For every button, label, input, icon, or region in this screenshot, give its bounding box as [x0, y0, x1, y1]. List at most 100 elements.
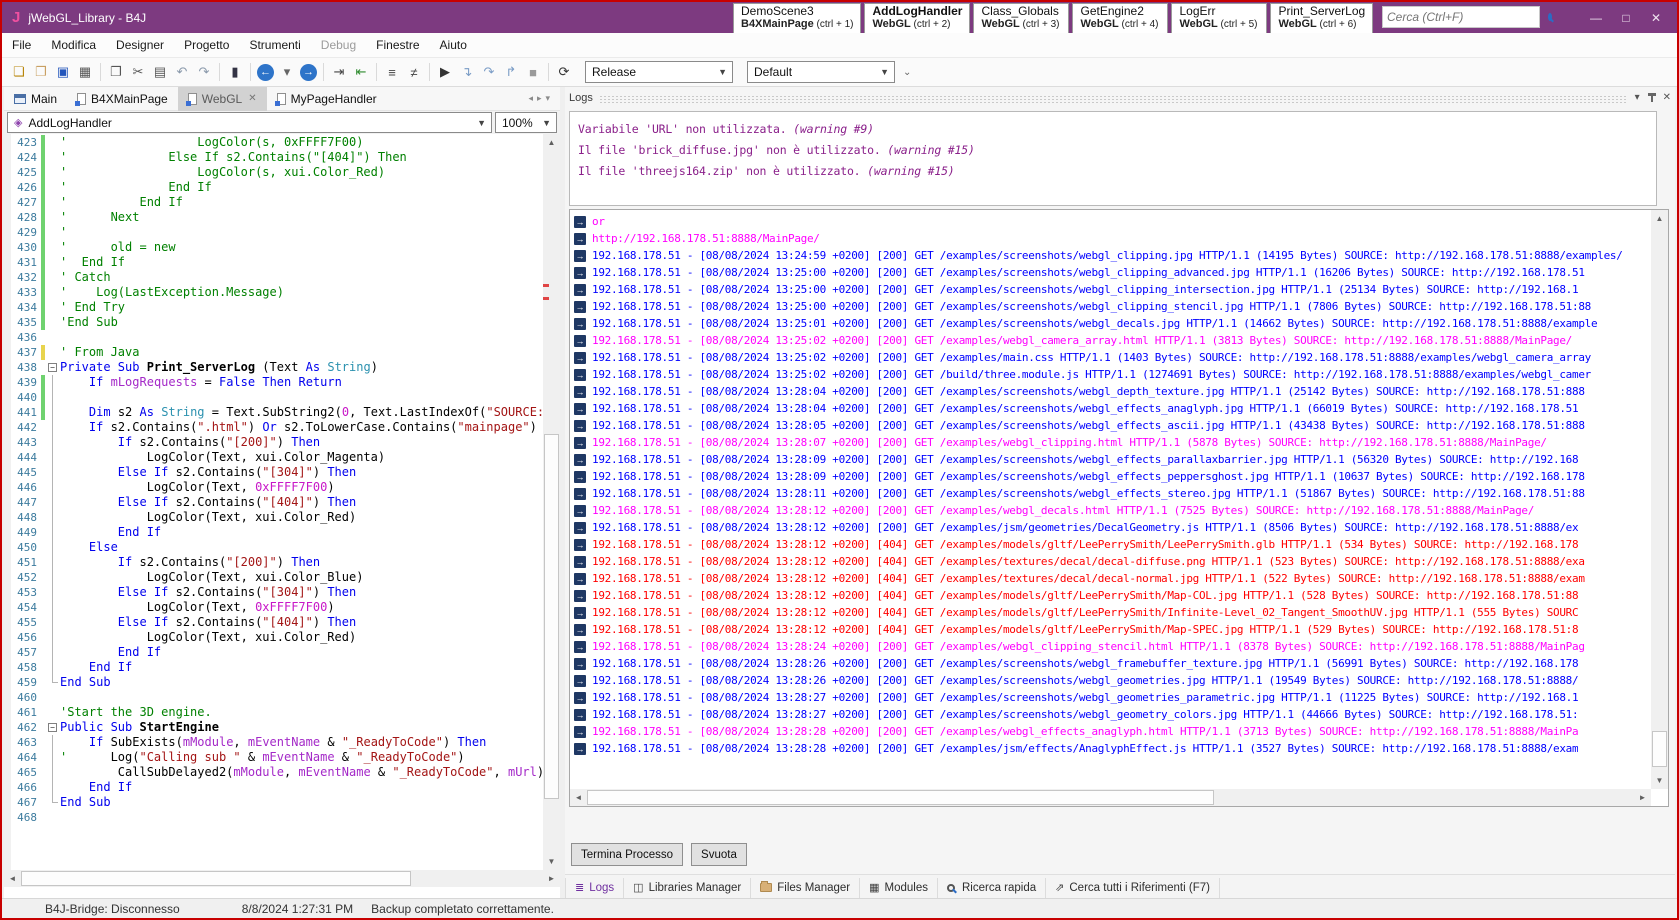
indent-icon[interactable]: ⇥	[329, 62, 349, 82]
menu-progetto[interactable]: Progetto	[174, 38, 239, 52]
undo-icon[interactable]: ↶	[172, 62, 192, 82]
search-box	[1382, 6, 1540, 28]
code-line: 454 LogColor(Text, 0xFFFF7F00)	[11, 600, 543, 615]
step-out-icon[interactable]: ↱	[501, 62, 521, 82]
log-arrow-icon: →	[574, 403, 586, 415]
quick-tab-print_serverlog[interactable]: Print_ServerLogWebGL (ctrl + 6)	[1270, 3, 1373, 34]
log-vscroll-thumb[interactable]	[1652, 731, 1667, 767]
editor-zoom-select[interactable]: 100% ▼	[495, 112, 557, 133]
restart-icon[interactable]: ⟳	[554, 62, 574, 82]
menu-modifica[interactable]: Modifica	[41, 38, 106, 52]
redo-icon[interactable]: ↷	[194, 62, 214, 82]
search-input[interactable]	[1383, 10, 1548, 24]
quick-tab-demoscene3[interactable]: DemoScene3B4XMainPage (ctrl + 1)	[733, 3, 861, 34]
close-icon[interactable]: ✕	[248, 93, 256, 104]
save-icon[interactable]: ▣	[53, 62, 73, 82]
quick-tab-logerr[interactable]: LogErrWebGL (ctrl + 5)	[1171, 3, 1267, 34]
open-project-icon[interactable]: ❐	[31, 62, 51, 82]
tab-scroll-arrows[interactable]: ◂▸▾	[528, 93, 560, 104]
member-selector[interactable]: ◈ AddLogHandler ▼	[7, 112, 492, 133]
scroll-right-icon[interactable]: ►	[1634, 789, 1651, 806]
log-horizontal-scrollbar[interactable]: ◄ ►	[570, 789, 1651, 806]
quick-tab-getengine2[interactable]: GetEngine2WebGL (ctrl + 4)	[1072, 3, 1168, 34]
step-into-icon[interactable]: ↴	[457, 62, 477, 82]
panel-menu-chevron-icon[interactable]: ▾	[1635, 92, 1640, 103]
log-vertical-scrollbar[interactable]: ▲ ▼	[1651, 210, 1668, 789]
editor-vscroll-thumb[interactable]	[544, 434, 559, 799]
log-entry-text: 192.168.178.51 - [08/08/2024 13:24:59 +0…	[592, 247, 1623, 264]
bookmark-icon[interactable]: ▮	[225, 62, 245, 82]
tab-main[interactable]: Main	[4, 87, 67, 111]
copy-icon[interactable]: ❐	[106, 62, 126, 82]
fold-column	[46, 555, 60, 570]
paste-icon[interactable]: ▤	[150, 62, 170, 82]
tool-tab-modules[interactable]: ▦Modules	[859, 878, 937, 898]
code-editor[interactable]: 423' LogColor(s, 0xFFFF7F00)424' Else If…	[4, 134, 560, 870]
fold-guide-line	[52, 555, 53, 570]
scroll-up-icon[interactable]: ▲	[1651, 210, 1668, 227]
search-icon[interactable]	[1548, 13, 1552, 21]
scroll-down-icon[interactable]: ▼	[543, 853, 560, 870]
menu-debug[interactable]: Debug	[311, 38, 366, 52]
outdent-icon[interactable]: ⇤	[351, 62, 371, 82]
code-text: End If	[60, 645, 161, 660]
toolbar-overflow-icon[interactable]: ⌄	[903, 67, 911, 78]
new-file-icon[interactable]: ❏	[9, 62, 29, 82]
fold-column	[46, 705, 60, 720]
fold-collapse-icon[interactable]: −	[48, 723, 57, 732]
cut-icon[interactable]: ✂	[128, 62, 148, 82]
menu-designer[interactable]: Designer	[106, 38, 174, 52]
pin-icon[interactable]	[1648, 93, 1656, 96]
step-over-icon[interactable]: ↷	[479, 62, 499, 82]
navigate-forward-icon[interactable]: →	[300, 64, 317, 81]
scroll-left-icon[interactable]: ◄	[570, 789, 587, 806]
tab-b4xmainpage[interactable]: B4XMainPage	[67, 87, 178, 111]
log-entry: →192.168.178.51 - [08/08/2024 13:28:09 +…	[572, 468, 1650, 485]
fold-collapse-icon[interactable]: −	[48, 363, 57, 372]
pause-icon[interactable]: ■	[523, 62, 543, 82]
uncomment-icon[interactable]: ≠	[404, 62, 424, 82]
log-hscroll-thumb[interactable]	[587, 790, 1214, 805]
tool-tab-files[interactable]: Files Manager	[750, 878, 859, 898]
comment-icon[interactable]: ≡	[382, 62, 402, 82]
editor-horizontal-scrollbar[interactable]: ◄ ►	[4, 870, 560, 887]
menu-aiuto[interactable]: Aiuto	[430, 38, 477, 52]
menu-finestre[interactable]: Finestre	[366, 38, 429, 52]
line-number: 426	[11, 180, 41, 195]
close-button[interactable]: ✕	[1641, 2, 1671, 33]
quick-tab-addloghandler[interactable]: AddLogHandlerWebGL (ctrl + 2)	[864, 3, 970, 34]
build-configuration-select[interactable]: Release ▼	[585, 61, 733, 83]
log-entry-text: 192.168.178.51 - [08/08/2024 13:25:00 +0…	[592, 264, 1585, 281]
code-text: Else If s2.Contains("[404]") Then	[60, 495, 356, 510]
tool-tab-libraries[interactable]: ◫Libraries Manager	[623, 878, 750, 898]
close-icon[interactable]: ✕	[1663, 92, 1671, 103]
code-text: Else If s2.Contains("[304]") Then	[60, 465, 356, 480]
tab-mypagehandler[interactable]: MyPageHandler	[267, 87, 387, 111]
fold-guide-line	[52, 405, 53, 420]
tool-tab-logs[interactable]: ≣Logs	[565, 878, 623, 898]
maximize-button[interactable]: □	[1611, 2, 1641, 33]
editor-vertical-scrollbar[interactable]: ▲ ▼	[543, 134, 560, 870]
back-history-icon[interactable]: ▾	[277, 62, 297, 82]
tool-tab-references[interactable]: ⇗Cerca tutti i Riferimenti (F7)	[1045, 878, 1220, 898]
quick-tab-class_globals[interactable]: Class_GlobalsWebGL (ctrl + 3)	[973, 3, 1069, 34]
tool-tab-search[interactable]: Ricerca rapida	[937, 878, 1045, 898]
editor-hscroll-thumb[interactable]	[21, 871, 411, 886]
terminate-process-button[interactable]: Termina Processo	[571, 843, 683, 866]
clear-logs-button[interactable]: Svuota	[691, 843, 747, 866]
run-icon[interactable]: ▶	[435, 62, 455, 82]
panel-drag-texture[interactable]	[599, 95, 1628, 104]
scroll-up-icon[interactable]: ▲	[543, 134, 560, 151]
scroll-left-icon[interactable]: ◄	[4, 870, 21, 887]
change-bar	[41, 225, 45, 240]
log-arrow-icon: →	[574, 250, 586, 262]
navigate-back-icon[interactable]: ←	[257, 64, 274, 81]
scroll-down-icon[interactable]: ▼	[1651, 772, 1668, 789]
menu-file[interactable]: File	[2, 38, 41, 52]
scroll-right-icon[interactable]: ►	[543, 870, 560, 887]
save-all-icon[interactable]: ▦	[75, 62, 95, 82]
tab-webgl[interactable]: WebGL✕	[178, 87, 267, 111]
minimize-button[interactable]: —	[1581, 2, 1611, 33]
layout-variant-select[interactable]: Default ▼	[747, 61, 895, 83]
menu-strumenti[interactable]: Strumenti	[239, 38, 310, 52]
